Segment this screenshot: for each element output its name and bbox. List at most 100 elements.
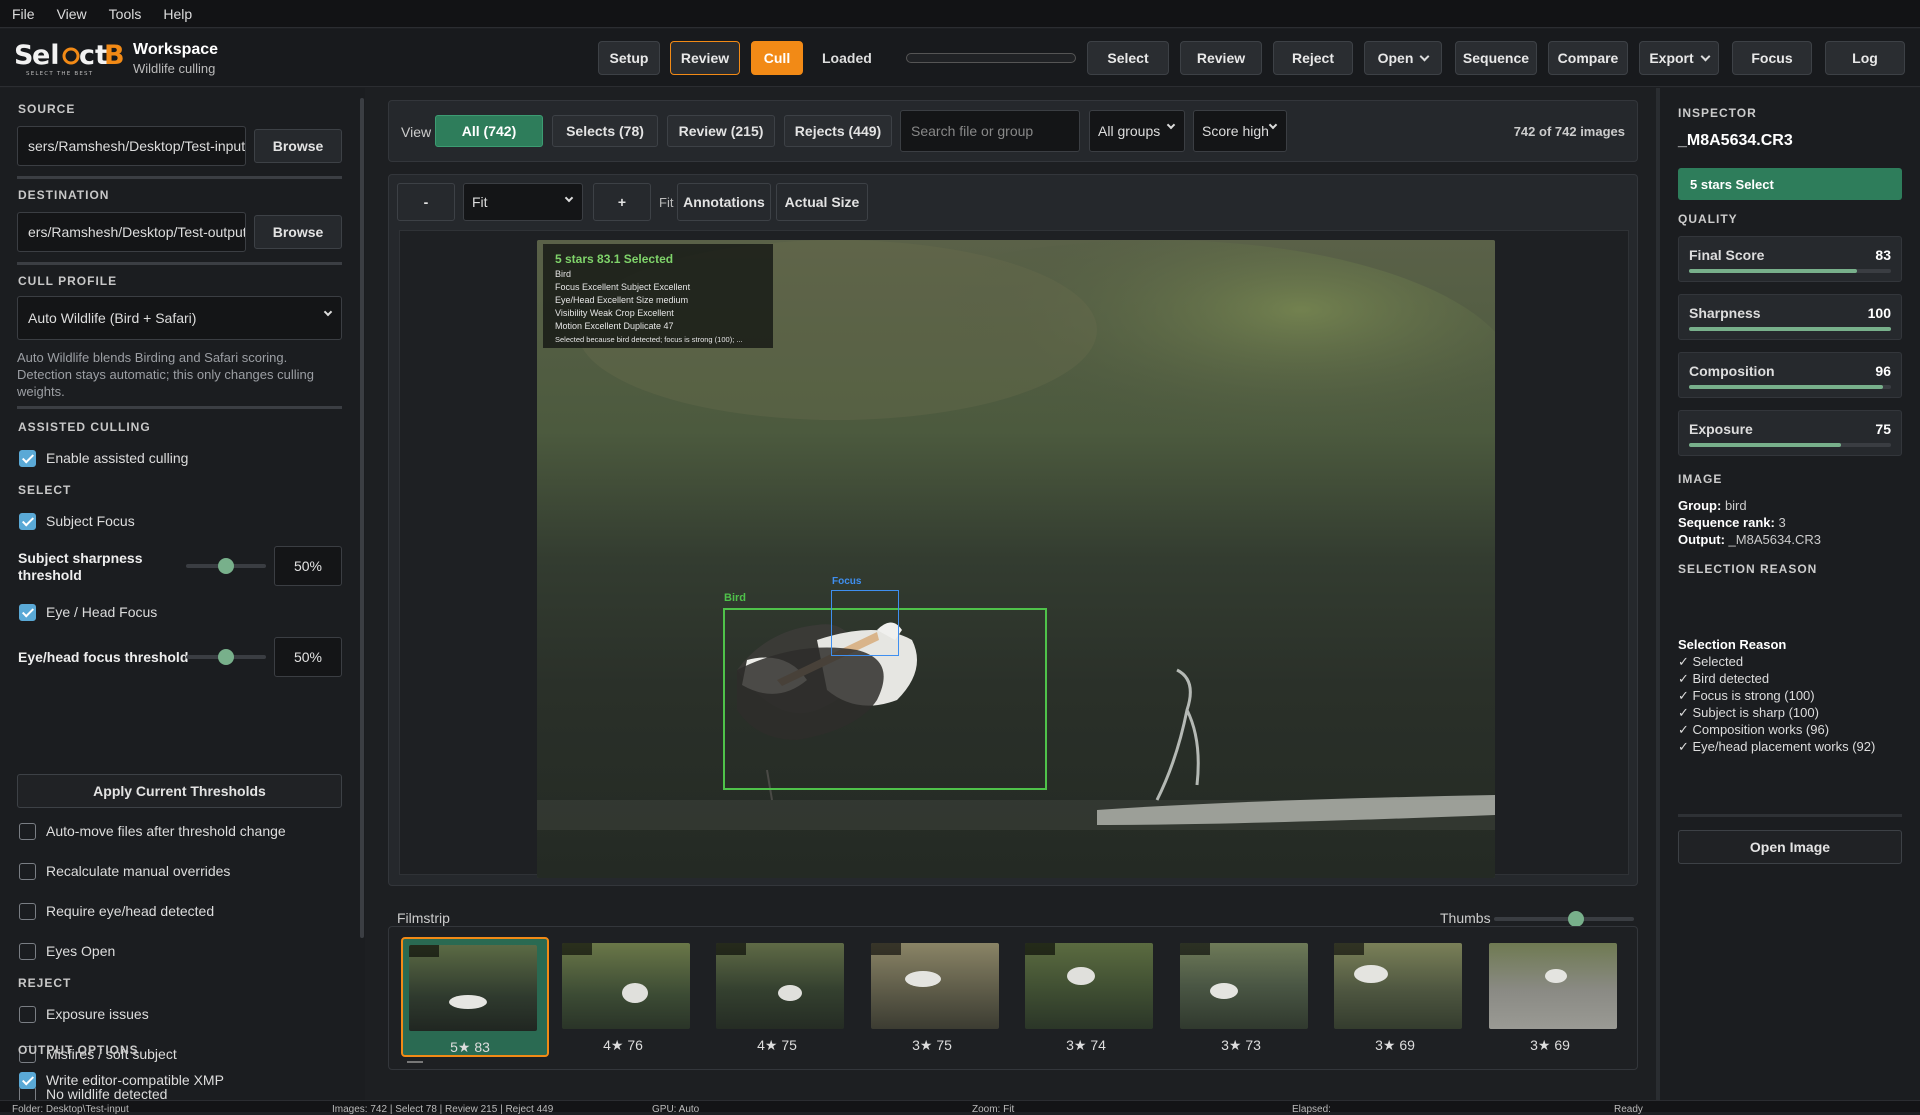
- filmstrip-thumb[interactable]: 5★ 83: [401, 937, 549, 1057]
- slider-knob[interactable]: [218, 558, 234, 574]
- thumb-overlay: [871, 943, 901, 955]
- reject-button[interactable]: Reject: [1273, 41, 1353, 75]
- review-button[interactable]: Review: [1180, 41, 1262, 75]
- chevron-down-icon: [564, 193, 574, 203]
- zoom-out-button[interactable]: -: [397, 183, 455, 221]
- recalculate-overrides-checkbox[interactable]: [19, 863, 36, 880]
- score-bar-fill: [1689, 385, 1883, 389]
- menu-help[interactable]: Help: [163, 6, 192, 22]
- cull-profile-value: Auto Wildlife (Bird + Safari): [28, 310, 197, 326]
- menu-tools[interactable]: Tools: [109, 6, 142, 22]
- fit-label: Fit: [659, 195, 674, 210]
- eye-head-focus-label: Eye / Head Focus: [46, 604, 158, 620]
- destination-path-input[interactable]: ers/Ramshesh/Desktop/Test-output: [17, 212, 246, 252]
- thumb-overlay: [1025, 943, 1055, 955]
- app-header: S el ct B SELECT THE BEST Workspace Wild…: [0, 29, 1920, 87]
- write-xmp-checkbox[interactable]: [19, 1072, 36, 1089]
- cull-profile-select[interactable]: Auto Wildlife (Bird + Safari): [17, 296, 342, 340]
- bird-shape: [1354, 965, 1388, 983]
- tab-rejects[interactable]: Rejects (449): [784, 115, 892, 147]
- subject-sharpness-slider[interactable]: [186, 558, 266, 574]
- thumb-size-slider[interactable]: [1494, 911, 1634, 927]
- auto-move-checkbox[interactable]: [19, 823, 36, 840]
- thumb-overlay: [562, 943, 592, 955]
- left-settings-panel: SOURCE sers/Ramshesh/Desktop/Test-input …: [0, 88, 365, 1100]
- require-eye-checkbox[interactable]: [19, 903, 36, 920]
- filmstrip-thumb[interactable]: 3★ 75: [865, 937, 1013, 1057]
- apply-thresholds-button[interactable]: Apply Current Thresholds: [17, 774, 342, 808]
- source-path-input[interactable]: sers/Ramshesh/Desktop/Test-input: [17, 126, 246, 166]
- status-zoom: Zoom: Fit: [972, 1104, 1015, 1115]
- log-button[interactable]: Log: [1825, 41, 1905, 75]
- focus-button[interactable]: Focus: [1732, 41, 1812, 75]
- filmstrip-thumb[interactable]: 4★ 76: [556, 937, 704, 1057]
- sort-select[interactable]: Score high: [1193, 110, 1287, 152]
- status-ready: Ready: [1614, 1104, 1643, 1115]
- rating-badge: 5 stars Select: [1678, 168, 1902, 200]
- source-browse-button[interactable]: Browse: [254, 129, 342, 163]
- bird-shape: [905, 971, 941, 987]
- thumbnail-image: [1334, 943, 1462, 1029]
- zoom-in-button[interactable]: +: [593, 183, 651, 221]
- source-heading: SOURCE: [18, 102, 76, 116]
- thumb-caption: 3★ 74: [1066, 1037, 1106, 1053]
- thumb-overlay: [1180, 943, 1210, 955]
- thumbnail-image: [409, 945, 537, 1031]
- zoom-select[interactable]: Fit: [463, 183, 583, 221]
- slider-knob[interactable]: [218, 649, 234, 665]
- main-photo[interactable]: 5 stars 83.1 Selected Bird Focus Excelle…: [537, 240, 1495, 878]
- tab-all[interactable]: All (742): [435, 115, 543, 147]
- cull-step-button[interactable]: Cull: [751, 41, 803, 75]
- destination-browse-button[interactable]: Browse: [254, 215, 342, 249]
- subject-sharpness-value[interactable]: 50%: [274, 546, 342, 586]
- compare-button[interactable]: Compare: [1548, 41, 1628, 75]
- group-filter-select[interactable]: All groups: [1089, 110, 1185, 152]
- annotations-toggle[interactable]: Annotations: [677, 183, 771, 221]
- score-bar: [1689, 269, 1891, 273]
- overlay-header: 5 stars 83.1 Selected: [555, 252, 674, 266]
- thumb-caption: 3★ 75: [912, 1037, 952, 1053]
- chevron-down-icon: [1700, 51, 1711, 61]
- setup-step-button[interactable]: Setup: [598, 41, 660, 75]
- tab-review[interactable]: Review (215): [667, 115, 775, 147]
- filmstrip-thumb[interactable]: 3★ 69: [1483, 937, 1631, 1057]
- search-input[interactable]: Search file or group: [900, 110, 1080, 152]
- reject-heading: REJECT: [18, 976, 72, 990]
- assisted-culling-heading: ASSISTED CULLING: [18, 420, 151, 434]
- select-button[interactable]: Select: [1087, 41, 1169, 75]
- bird-shape: [622, 983, 648, 1003]
- group-value: bird: [1721, 498, 1747, 513]
- filmstrip-thumb[interactable]: 3★ 69: [1328, 937, 1476, 1057]
- sequence-button[interactable]: Sequence: [1455, 41, 1537, 75]
- slider-knob[interactable]: [1568, 911, 1585, 927]
- actual-size-button[interactable]: Actual Size: [776, 183, 868, 221]
- filmstrip-scroll-indicator[interactable]: [407, 1061, 423, 1063]
- export-menu-button[interactable]: Export: [1639, 41, 1719, 75]
- eye-head-threshold-slider[interactable]: [186, 649, 266, 665]
- left-panel-scrollbar[interactable]: [360, 98, 364, 938]
- svg-text:B: B: [104, 40, 124, 71]
- subject-focus-checkbox[interactable]: [19, 513, 36, 530]
- thumbnail-image: [1489, 943, 1617, 1029]
- open-label: Open: [1377, 50, 1414, 66]
- focus-bounding-box: [831, 590, 899, 656]
- tab-selects[interactable]: Selects (78): [552, 115, 658, 147]
- sort-value: Score high: [1202, 123, 1269, 139]
- menu-view[interactable]: View: [57, 6, 87, 22]
- menu-file[interactable]: File: [12, 6, 35, 22]
- filmstrip-thumb[interactable]: 3★ 73: [1174, 937, 1322, 1057]
- open-image-button[interactable]: Open Image: [1678, 830, 1902, 864]
- output-info: Output: _M8A5634.CR3: [1678, 532, 1821, 547]
- enable-assisted-checkbox[interactable]: [19, 450, 36, 467]
- reason-title: Selection Reason: [1678, 637, 1787, 652]
- bird-shape: [1210, 983, 1238, 999]
- eye-head-focus-checkbox[interactable]: [19, 604, 36, 621]
- thumbnail-image: [1025, 943, 1153, 1029]
- review-step-button[interactable]: Review: [670, 41, 740, 75]
- eye-head-threshold-value[interactable]: 50%: [274, 637, 342, 677]
- exposure-issues-checkbox[interactable]: [19, 1006, 36, 1023]
- eyes-open-checkbox[interactable]: [19, 943, 36, 960]
- filmstrip-thumb[interactable]: 3★ 74: [1019, 937, 1167, 1057]
- filmstrip-thumb[interactable]: 4★ 75: [710, 937, 858, 1057]
- open-menu-button[interactable]: Open: [1364, 41, 1442, 75]
